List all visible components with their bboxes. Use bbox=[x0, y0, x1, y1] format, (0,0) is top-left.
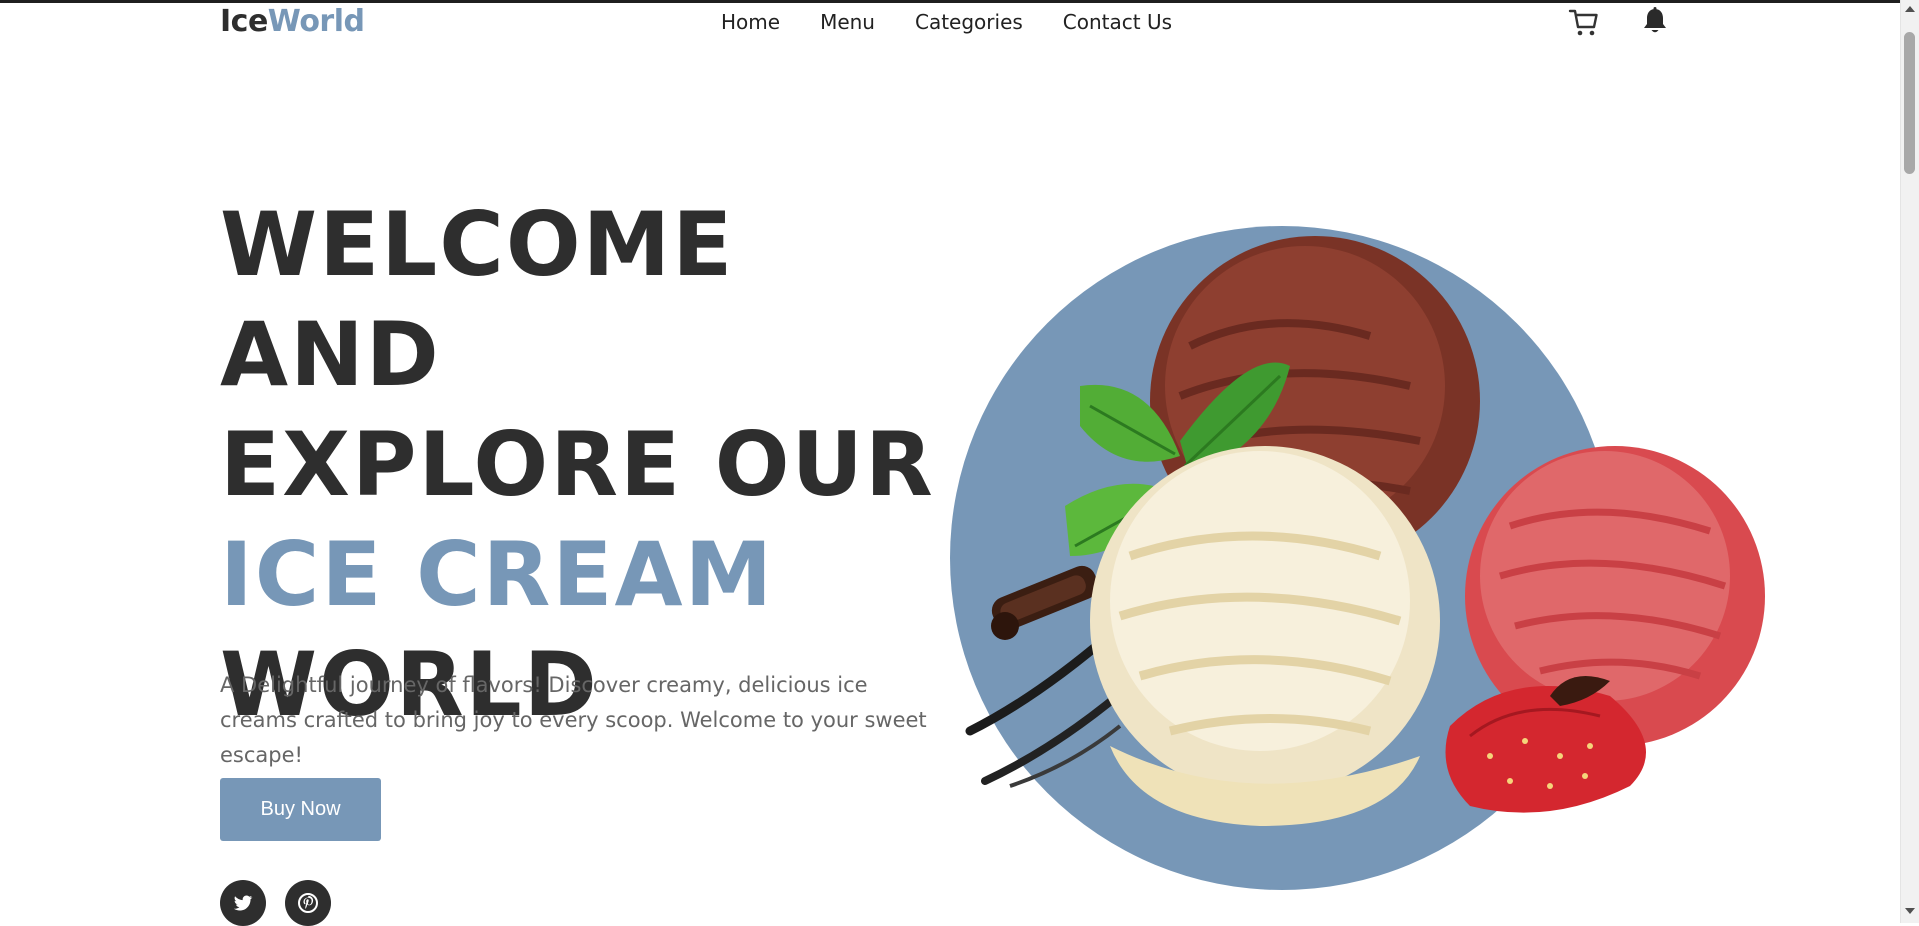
nav-item-categories[interactable]: Categories bbox=[915, 10, 1023, 34]
hero-title-line-1: WELCOME AND bbox=[220, 193, 735, 406]
main-nav: Home Menu Categories Contact Us bbox=[721, 10, 1172, 34]
landing-page: IceWorld Home Menu Categories Contact Us… bbox=[0, 0, 1919, 926]
scroll-down-arrow-icon[interactable] bbox=[1905, 908, 1915, 914]
buy-now-button[interactable]: Buy Now bbox=[220, 778, 381, 841]
window-top-border bbox=[0, 0, 1919, 3]
hero-title-accent: ICE CREAM bbox=[220, 523, 775, 626]
hero-title: WELCOME AND EXPLORE OUR ICE CREAM WORLD bbox=[220, 190, 940, 740]
nav-item-contact-us[interactable]: Contact Us bbox=[1063, 10, 1172, 34]
hero-title-line-2: EXPLORE OUR bbox=[220, 413, 935, 516]
nav-item-home[interactable]: Home bbox=[721, 10, 780, 34]
hero-description: A Delightful journey of flavors! Discove… bbox=[220, 673, 927, 767]
pinterest-icon[interactable] bbox=[285, 880, 331, 926]
scroll-up-arrow-icon[interactable] bbox=[1905, 6, 1915, 12]
logo-text-ice: Ice bbox=[220, 4, 268, 39]
scrollbar-thumb[interactable] bbox=[1904, 32, 1915, 174]
cart-icon[interactable] bbox=[1568, 6, 1600, 38]
logo-text-world: World bbox=[267, 4, 365, 39]
twitter-icon[interactable] bbox=[220, 880, 266, 926]
ice-cream-image bbox=[965, 236, 1765, 826]
bell-icon[interactable] bbox=[1640, 6, 1670, 36]
nav-item-menu[interactable]: Menu bbox=[820, 10, 875, 34]
site-logo[interactable]: IceWorld bbox=[220, 4, 365, 39]
